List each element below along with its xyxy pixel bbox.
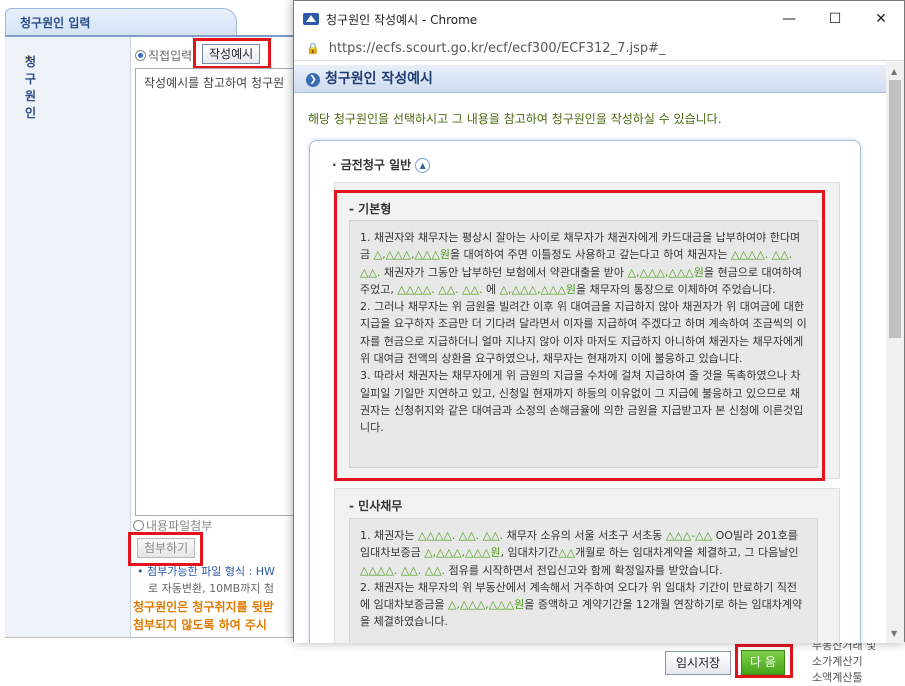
paragraph-segment: 점유를 시작하면서 전입신고와 함께 확정일자를 받았습니다. bbox=[445, 563, 723, 577]
paragraph-segment: 1. 채권자는 bbox=[360, 529, 418, 542]
paragraph: 2. 채권자는 채무자의 위 부동산에서 계속해서 거주하여 오다가 위 임대차… bbox=[360, 579, 807, 631]
radio-selected-icon bbox=[135, 50, 146, 61]
paragraph-segment: △△△△. △△. △△. bbox=[417, 529, 504, 542]
tab-claim-input: 청구원인 입력 bbox=[5, 8, 237, 36]
category-header[interactable]: · 금전청구 일반 ▲ bbox=[332, 156, 431, 173]
bullet-icon: • bbox=[137, 565, 144, 578]
side-link-small-claim[interactable]: 소액계산툴 bbox=[812, 670, 876, 686]
highlight-next-button bbox=[735, 644, 793, 678]
scrollbar[interactable]: ▲ ▼ bbox=[886, 62, 904, 643]
warning-line-1: 청구원인은 청구취지를 뒷받 bbox=[133, 600, 274, 614]
highlight-attach-button bbox=[128, 532, 203, 566]
maximize-icon[interactable]: ☐ bbox=[812, 1, 858, 37]
highlight-section-basic bbox=[334, 190, 825, 481]
radio-unselected-icon bbox=[133, 520, 144, 531]
arrow-circle-icon: ❯ bbox=[306, 73, 320, 87]
minimize-icon[interactable]: — bbox=[766, 1, 812, 37]
scroll-up-icon[interactable]: ▲ bbox=[891, 67, 897, 76]
address-bar[interactable]: 🔒 https://ecfs.scourt.go.kr/ecf/ecf300/E… bbox=[294, 37, 904, 61]
claim-textarea[interactable]: 작성예시를 참고하여 청구원 bbox=[135, 68, 300, 516]
close-icon[interactable]: ✕ bbox=[858, 1, 904, 37]
field-label-text: 청구원인 bbox=[25, 55, 37, 120]
paragraph-segment: △△ bbox=[558, 546, 576, 560]
scroll-down-icon[interactable]: ▼ bbox=[891, 629, 897, 638]
radio-direct-input[interactable]: 직접입력 bbox=[135, 47, 192, 64]
file-size-note: 로 자동변환, 10MB까지 첨 bbox=[148, 582, 274, 595]
temp-save-button[interactable]: 임시저장 bbox=[665, 651, 732, 675]
radio-file-label: 내용파일첨부 bbox=[146, 519, 213, 533]
scrollbar-thumb[interactable] bbox=[889, 80, 901, 338]
paragraph-segment: 개월로 하는 임대차계약을 체결하고, 그 다음날인 bbox=[575, 546, 799, 560]
highlight-example-button bbox=[193, 38, 271, 69]
radio-direct-label: 직접입력 bbox=[148, 49, 193, 63]
field-label-cell: * 청구원인 bbox=[5, 37, 131, 637]
popup-window: 청구원인 작성예시 - Chrome — ☐ ✕ 🔒 https://ecfs.… bbox=[293, 0, 905, 643]
url-text: https://ecfs.scourt.go.kr/ecf/ecf300/ECF… bbox=[328, 41, 666, 56]
paragraph-segment: △△△△. △△. △△. bbox=[360, 563, 446, 577]
window-title: 청구원인 작성예시 - Chrome bbox=[326, 12, 478, 27]
paragraph-segment: , 임대차기간 bbox=[500, 546, 559, 560]
side-link-calculator[interactable]: 소가계산기 bbox=[812, 654, 876, 670]
window-titlebar: 청구원인 작성예시 - Chrome — ☐ ✕ bbox=[294, 1, 904, 37]
paragraph-segment: △,△△△,△△△원 bbox=[447, 598, 525, 612]
category-label: · 금전청구 일반 bbox=[332, 158, 412, 172]
popup-heading: ❯ 청구원인 작성예시 bbox=[294, 65, 886, 93]
popup-heading-text: 청구원인 작성예시 bbox=[325, 71, 433, 87]
file-format-note: • 첨부가능한 파일 형식 : HW bbox=[137, 563, 275, 579]
lock-icon: 🔒 bbox=[306, 42, 320, 55]
paragraph-segment: 채무자 소유의 서울 서초구 서초동 bbox=[503, 529, 666, 542]
file-format-text: 첨부가능한 파일 형식 : HW bbox=[147, 565, 275, 578]
chevron-up-icon[interactable]: ▲ bbox=[415, 158, 431, 173]
paragraph-segment: △△△-△△ bbox=[665, 529, 713, 542]
court-logo-icon bbox=[303, 13, 319, 25]
popup-content: ❯ 청구원인 작성예시 해당 청구원인을 선택하시고 그 내용을 참고하여 청구원… bbox=[294, 62, 886, 643]
section-civil-debt-body[interactable]: 1. 채권자는 △△△△. △△. △△. 채무자 소유의 서울 서초구 서초동… bbox=[349, 518, 818, 643]
section-civil-debt-title[interactable]: - 민사채무 bbox=[349, 497, 402, 514]
side-links: 부동산거래 및 소가계산기 소액계산툴 bbox=[812, 638, 876, 686]
intro-text: 해당 청구원인을 선택하시고 그 내용을 참고하여 청구원인을 작성하실 수 있… bbox=[308, 112, 722, 126]
paragraph-segment: △,△△△,△△△원 bbox=[424, 546, 501, 560]
paragraph: 1. 채권자는 △△△△. △△. △△. 채무자 소유의 서울 서초구 서초동… bbox=[360, 527, 807, 579]
warning-line-2: 첨부되지 않도록 하여 주시 bbox=[133, 618, 267, 632]
